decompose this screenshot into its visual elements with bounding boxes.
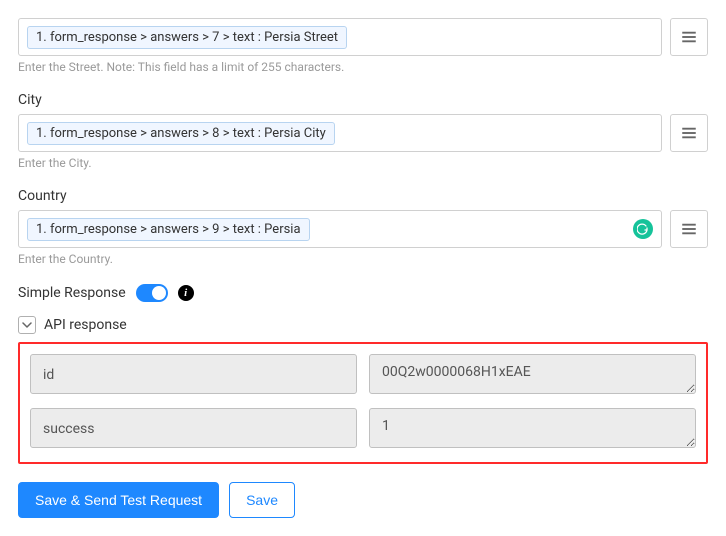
street-helper: Enter the Street. Note: This field has a…: [18, 60, 708, 74]
street-pill[interactable]: 1. form_response > answers > 7 > text : …: [27, 26, 347, 49]
field-country: Country 1. form_response > answers > 9 >…: [18, 188, 708, 266]
city-helper: Enter the City.: [18, 156, 708, 170]
api-value-input[interactable]: [369, 354, 696, 394]
country-input[interactable]: 1. form_response > answers > 9 > text : …: [18, 210, 662, 248]
city-menu-button[interactable]: [670, 114, 708, 152]
simple-response-toggle[interactable]: [136, 284, 168, 302]
api-key-input[interactable]: id: [30, 354, 357, 394]
field-city: City 1. form_response > answers > 8 > te…: [18, 92, 708, 170]
info-icon[interactable]: i: [178, 285, 194, 301]
country-label: Country: [18, 188, 708, 204]
api-response-header: API response: [18, 316, 708, 334]
save-button[interactable]: Save: [229, 482, 295, 518]
menu-icon: [680, 28, 698, 46]
grammarly-icon[interactable]: [633, 219, 653, 239]
field-street: 1. form_response > answers > 7 > text : …: [18, 18, 708, 74]
chevron-down-icon: [22, 320, 32, 330]
city-pill[interactable]: 1. form_response > answers > 8 > text : …: [27, 122, 335, 145]
save-send-button[interactable]: Save & Send Test Request: [18, 482, 219, 518]
button-row: Save & Send Test Request Save: [18, 482, 708, 518]
country-menu-button[interactable]: [670, 210, 708, 248]
street-menu-button[interactable]: [670, 18, 708, 56]
country-helper: Enter the Country.: [18, 252, 708, 266]
api-response-title: API response: [44, 317, 127, 333]
street-input[interactable]: 1. form_response > answers > 7 > text : …: [18, 18, 662, 56]
simple-response-label: Simple Response: [18, 285, 126, 301]
simple-response-row: Simple Response i: [18, 284, 708, 302]
api-response-row: id: [30, 354, 696, 398]
menu-icon: [680, 220, 698, 238]
menu-icon: [680, 124, 698, 142]
city-input[interactable]: 1. form_response > answers > 8 > text : …: [18, 114, 662, 152]
api-response-row: success: [30, 408, 696, 452]
country-pill[interactable]: 1. form_response > answers > 9 > text : …: [27, 218, 310, 241]
api-response-box: id success: [18, 342, 708, 464]
api-value-input[interactable]: [369, 408, 696, 448]
api-response-expand-button[interactable]: [18, 316, 36, 334]
api-key-input[interactable]: success: [30, 408, 357, 448]
city-label: City: [18, 92, 708, 108]
